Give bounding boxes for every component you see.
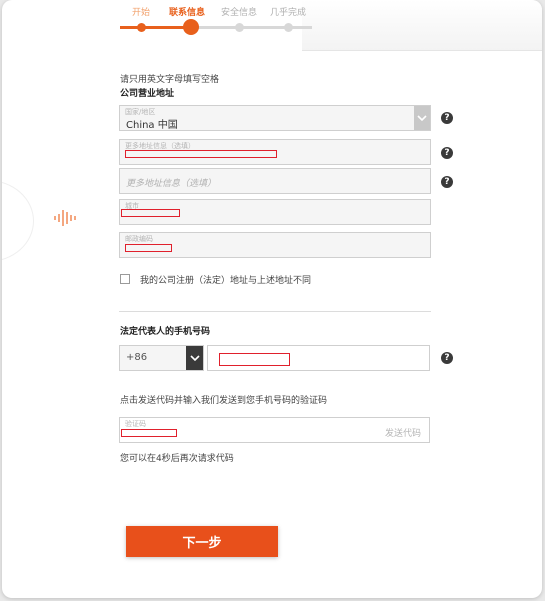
- step-label-contact: 联系信息: [169, 8, 206, 18]
- redaction-box: [219, 353, 290, 366]
- verification-code-input[interactable]: 验证码 发送代码: [119, 417, 430, 443]
- phone-prefix-value: +86: [126, 352, 148, 363]
- verification-code-label: 验证码: [125, 420, 146, 428]
- progress-track-done: [120, 26, 192, 29]
- header-shade: [302, 0, 542, 51]
- question-mark-icon[interactable]: ?: [441, 176, 453, 188]
- country-value: China 中国: [126, 120, 178, 131]
- next-button[interactable]: 下一步: [126, 526, 278, 557]
- chevron-down-icon[interactable]: [414, 106, 430, 130]
- different-address-label: 我的公司注册（法定）地址与上述地址不同: [140, 276, 312, 286]
- redaction-box: [121, 429, 177, 437]
- postcode-label: 邮政编码: [125, 235, 153, 243]
- section-divider: [119, 311, 431, 312]
- question-mark-icon[interactable]: ?: [441, 112, 453, 124]
- arrow-left-icon[interactable]: [52, 207, 80, 235]
- phone-section-title: 法定代表人的手机号码: [120, 327, 211, 337]
- registration-card: 开始 联系信息 安全信息 几乎完成 请只用英文字母填写空格 公司营业地址 国家/…: [2, 0, 542, 598]
- progress-track-pending: [192, 26, 312, 29]
- country-select[interactable]: 国家/地区 China 中国: [119, 105, 431, 131]
- question-mark-icon[interactable]: ?: [441, 147, 453, 159]
- question-mark-icon[interactable]: ?: [441, 352, 453, 364]
- redaction-box: [125, 244, 172, 252]
- side-panel-tab[interactable]: [2, 180, 34, 262]
- redaction-box: [125, 150, 277, 158]
- step-dot-contact: [183, 19, 199, 35]
- phone-number-input[interactable]: [207, 345, 430, 371]
- address-line1-field[interactable]: 更多地址信息（选填）: [119, 139, 431, 165]
- progress-stepper: 开始 联系信息 安全信息 几乎完成: [2, 0, 312, 40]
- chevron-down-icon[interactable]: [186, 346, 203, 370]
- english-only-hint: 请只用英文字母填写空格: [120, 75, 220, 85]
- postcode-field[interactable]: 邮政编码: [119, 232, 431, 258]
- step-label-start: 开始: [132, 8, 151, 18]
- step-label-security: 安全信息: [221, 8, 258, 18]
- phone-country-code-select[interactable]: +86: [119, 345, 204, 371]
- step-dot-security: [235, 23, 244, 32]
- city-field[interactable]: 城市: [119, 199, 431, 225]
- redaction-box: [121, 209, 180, 217]
- resend-notice: 您可以在4秒后再次请求代码: [120, 454, 234, 464]
- step-dot-start: [137, 23, 146, 32]
- address-line2-placeholder: 更多地址信息（选填）: [126, 179, 217, 189]
- address-line2-field[interactable]: 更多地址信息（选填）: [119, 168, 431, 194]
- send-code-button[interactable]: 发送代码: [385, 426, 421, 439]
- different-address-checkbox[interactable]: [120, 274, 130, 284]
- sms-instruction: 点击发送代码并输入我们发送到您手机号码的验证码: [120, 396, 328, 406]
- address-section-title: 公司营业地址: [120, 89, 175, 99]
- step-label-finish: 几乎完成: [270, 8, 307, 18]
- step-dot-finish: [284, 23, 293, 32]
